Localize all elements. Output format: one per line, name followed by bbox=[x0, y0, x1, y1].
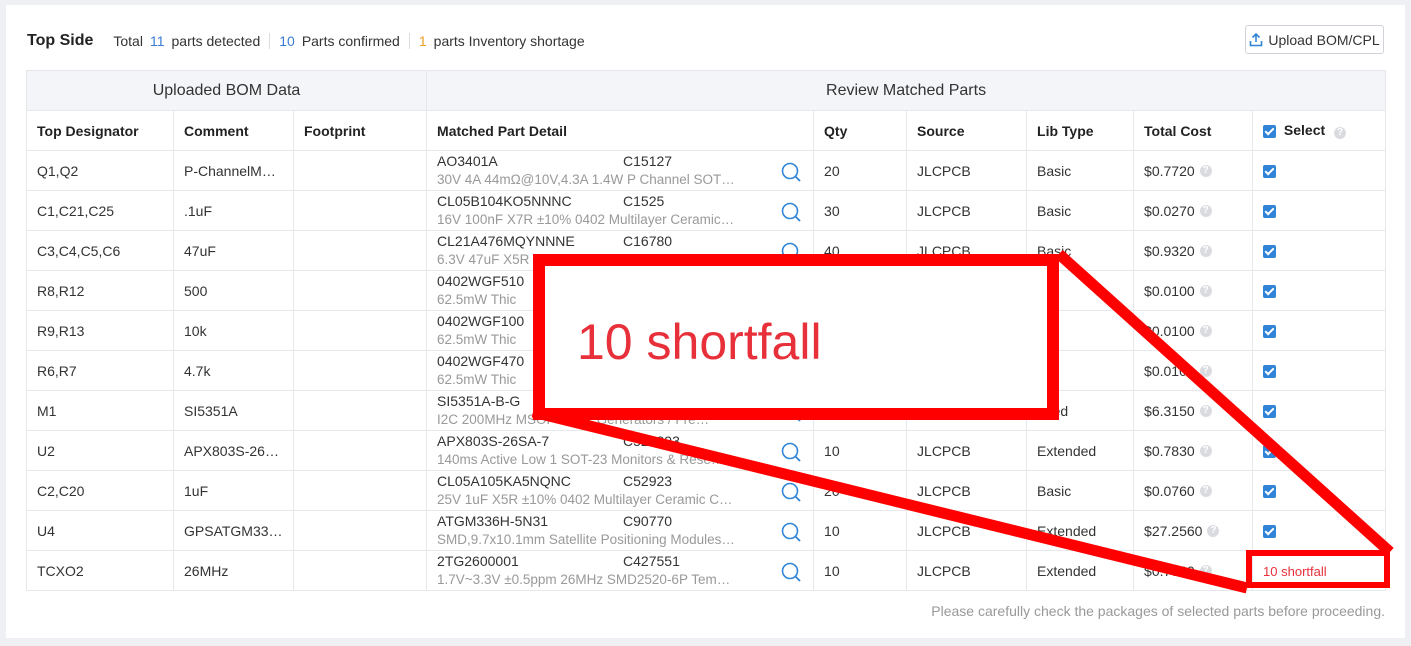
callout-line-bottom bbox=[531, 406, 1249, 594]
shortfall-highlight bbox=[1246, 550, 1390, 588]
zoom-callout-text: 10 shortfall bbox=[577, 314, 822, 370]
zoom-callout: 10 shortfall bbox=[533, 254, 1059, 420]
callout-line-top bbox=[1055, 249, 1394, 557]
